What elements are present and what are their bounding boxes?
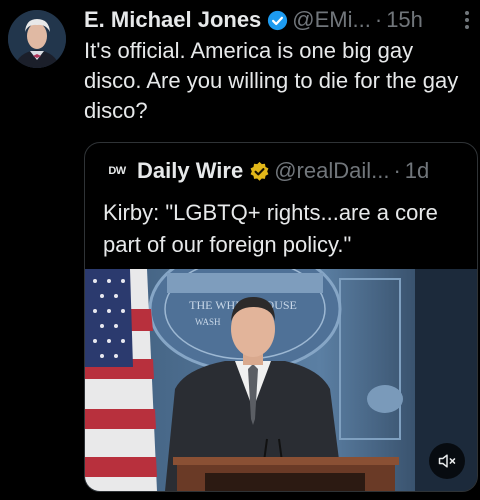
verified-badge-icon bbox=[267, 10, 288, 31]
tweet-text: It's official. America is one big gay di… bbox=[84, 38, 459, 123]
mute-toggle-button[interactable] bbox=[429, 443, 465, 479]
more-dots-icon[interactable] bbox=[464, 10, 470, 36]
tweet-header: E. Michael Jones @EMi... · 15h bbox=[84, 6, 470, 34]
daily-wire-logo: DW bbox=[108, 165, 126, 177]
quoted-tweet-timestamp[interactable]: 1d bbox=[405, 158, 429, 184]
quoted-separator-dot: · bbox=[393, 158, 401, 183]
seal-text-bottom: WASH bbox=[195, 317, 221, 327]
quoted-tweet-header: DW Daily Wire @realDail... · 1d bbox=[105, 157, 467, 185]
volume-muted-icon bbox=[437, 451, 457, 471]
gold-verified-badge-icon bbox=[249, 161, 270, 182]
separator-dot: · bbox=[374, 7, 383, 32]
author-handle[interactable]: @EMi... bbox=[292, 7, 371, 33]
quoted-tweet-video[interactable]: THE WHITE HOUSE WASH bbox=[85, 269, 477, 491]
quoted-author-handle[interactable]: @realDail... bbox=[274, 158, 389, 184]
author-avatar[interactable] bbox=[8, 10, 66, 68]
tweet-timestamp[interactable]: 15h bbox=[386, 7, 423, 33]
quoted-tweet-card[interactable]: DW Daily Wire @realDail... · 1d Kirby: "… bbox=[84, 142, 478, 492]
video-frame: THE WHITE HOUSE WASH bbox=[85, 269, 477, 491]
author-name[interactable]: E. Michael Jones bbox=[84, 7, 261, 33]
author-avatar-image bbox=[8, 10, 66, 68]
quoted-author-name[interactable]: Daily Wire bbox=[137, 158, 243, 184]
quoted-tweet-text: Kirby: "LGBTQ+ rights...are a core part … bbox=[103, 200, 438, 257]
